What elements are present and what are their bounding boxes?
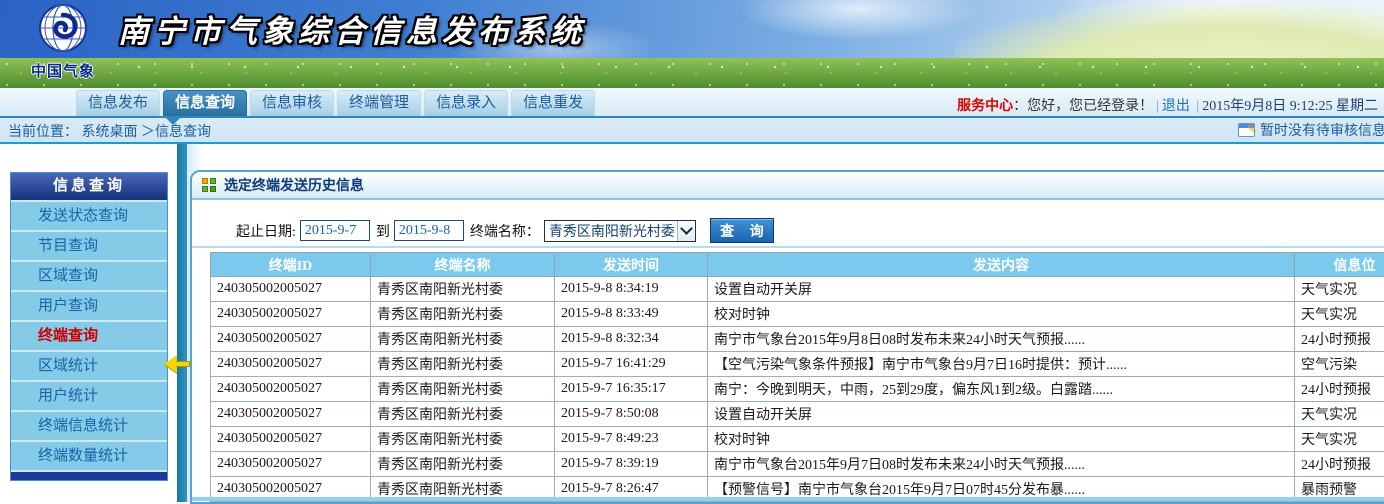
cma-logo: 中国气象 bbox=[28, 2, 98, 81]
query-button[interactable]: 查 询 bbox=[710, 218, 774, 243]
breadcrumb-separator: ＞ bbox=[141, 125, 155, 140]
pending-audit-text: 暂时没有待审核信息 bbox=[1260, 120, 1384, 140]
breadcrumb: 当前位置： 系统桌面 ＞信息查询 bbox=[8, 121, 211, 141]
tab-info-query[interactable]: 信息查询 bbox=[163, 90, 247, 116]
sidebar-item-region-query[interactable]: 区域查询 bbox=[11, 260, 167, 290]
col-info-type: 信息位 bbox=[1295, 253, 1384, 277]
logout-link[interactable]: 退出 bbox=[1162, 99, 1190, 114]
note-edit-icon bbox=[1238, 123, 1255, 137]
current-datetime: 2015年9月8日 9:12:25 星期二 bbox=[1202, 99, 1378, 114]
page-title: 南宁市气象综合信息发布系统 bbox=[118, 6, 586, 51]
table-row[interactable]: 240305002005027 青秀区南阳新光村委 2015-9-7 16:41… bbox=[211, 352, 1384, 377]
tab-info-resend[interactable]: 信息重发 bbox=[511, 90, 595, 116]
query-form: 起止日期: 到 终端名称： 青秀区南阳新光村委 查 询 bbox=[236, 218, 774, 243]
table-row[interactable]: 240305002005027 青秀区南阳新光村委 2015-9-7 16:35… bbox=[211, 377, 1384, 402]
logo-caption: 中国气象 bbox=[28, 60, 98, 81]
table-header-row: 终端ID 终端名称 发送时间 发送内容 信息位 bbox=[211, 253, 1384, 277]
pending-audit-notice[interactable]: 暂时没有待审核信息 bbox=[1238, 120, 1384, 140]
col-send-content: 发送内容 bbox=[708, 253, 1295, 277]
panel-title: 选定终端发送历史信息 bbox=[224, 175, 364, 195]
tab-underline bbox=[0, 116, 1384, 118]
sidebar-menu: 信息查询 发送状态查询 节目查询 区域查询 用户查询 终端查询 区域统计 用户统… bbox=[10, 172, 168, 481]
tab-info-audit[interactable]: 信息审核 bbox=[250, 90, 334, 116]
table-row[interactable]: 240305002005027 青秀区南阳新光村委 2015-9-8 8:34:… bbox=[211, 277, 1384, 302]
sidebar-item-region-stats[interactable]: 区域统计 bbox=[11, 350, 167, 380]
table-row[interactable]: 240305002005027 青秀区南阳新光村委 2015-9-8 8:33:… bbox=[211, 302, 1384, 327]
sidebar-item-terminal-count-stats[interactable]: 终端数量统计 bbox=[11, 440, 167, 470]
to-label: 到 bbox=[376, 221, 390, 241]
breadcrumb-root[interactable]: 系统桌面 bbox=[82, 125, 138, 140]
table-row[interactable]: 240305002005027 青秀区南阳新光村委 2015-9-7 8:50:… bbox=[211, 402, 1384, 427]
sidebar-header: 信息查询 bbox=[11, 173, 167, 200]
date-from-input[interactable] bbox=[300, 220, 370, 241]
sidebar-divider-bar bbox=[177, 144, 187, 502]
sidebar-item-program-query[interactable]: 节目查询 bbox=[11, 230, 167, 260]
sidebar-item-send-status-query[interactable]: 发送状态查询 bbox=[11, 200, 167, 230]
top-navigation-bar: 信息发布 信息查询 信息审核 终端管理 信息录入 信息重发 服务中心：您好，您已… bbox=[0, 88, 1384, 144]
form-divider bbox=[192, 246, 1384, 248]
history-table: 终端ID 终端名称 发送时间 发送内容 信息位 240305002005027 … bbox=[210, 252, 1384, 502]
table-row[interactable]: 240305002005027 青秀区南阳新光村委 2015-9-8 8:32:… bbox=[211, 327, 1384, 352]
service-status-bar: 服务中心：您好，您已经登录！|退出 |2015年9月8日 9:12:25 星期二 bbox=[957, 95, 1378, 115]
breadcrumb-prefix: 当前位置： bbox=[8, 125, 78, 140]
grid-squares-icon bbox=[202, 178, 217, 193]
table-row[interactable]: 240305002005027 青秀区南阳新光村委 2015-9-7 8:49:… bbox=[211, 427, 1384, 452]
sidebar-item-terminal-info-stats[interactable]: 终端信息统计 bbox=[11, 410, 167, 440]
col-terminal-id: 终端ID bbox=[211, 253, 371, 277]
login-greeting: ：您好，您已经登录！ bbox=[1013, 99, 1153, 114]
date-to-input[interactable] bbox=[394, 220, 464, 241]
sidebar-footer bbox=[11, 470, 167, 480]
tab-terminal-manage[interactable]: 终端管理 bbox=[337, 90, 421, 116]
history-panel: 选定终端发送历史信息 起止日期: 到 终端名称： 青秀区南阳新光村委 查 询 终… bbox=[190, 170, 1384, 504]
table-row[interactable]: 240305002005027 青秀区南阳新光村委 2015-9-7 8:39:… bbox=[211, 452, 1384, 477]
terminal-name-label: 终端名称： bbox=[470, 221, 540, 241]
terminal-select[interactable]: 青秀区南阳新光村委 bbox=[544, 220, 696, 242]
col-terminal-name: 终端名称 bbox=[371, 253, 555, 277]
tab-info-entry[interactable]: 信息录入 bbox=[424, 90, 508, 116]
col-send-time: 发送时间 bbox=[555, 253, 708, 277]
grass-decoration bbox=[0, 58, 1384, 88]
breadcrumb-current[interactable]: 信息查询 bbox=[155, 125, 211, 140]
sidebar-item-terminal-query[interactable]: 终端查询 bbox=[11, 320, 167, 350]
date-range-label: 起止日期: bbox=[236, 221, 296, 241]
service-center-label: 服务中心 bbox=[957, 99, 1013, 114]
header-banner: 中国气象 南宁市气象综合信息发布系统 bbox=[0, 0, 1384, 88]
chevron-down-icon bbox=[677, 221, 695, 241]
sidebar-item-user-query[interactable]: 用户查询 bbox=[11, 290, 167, 320]
panel-bottom-line bbox=[192, 497, 1384, 501]
panel-header: 选定终端发送历史信息 bbox=[192, 172, 1384, 200]
main-tabs: 信息发布 信息查询 信息审核 终端管理 信息录入 信息重发 bbox=[76, 90, 598, 116]
tab-info-publish[interactable]: 信息发布 bbox=[76, 90, 160, 116]
sidebar-item-user-stats[interactable]: 用户统计 bbox=[11, 380, 167, 410]
terminal-select-value: 青秀区南阳新光村委 bbox=[545, 221, 677, 241]
cma-logo-icon bbox=[37, 2, 89, 54]
